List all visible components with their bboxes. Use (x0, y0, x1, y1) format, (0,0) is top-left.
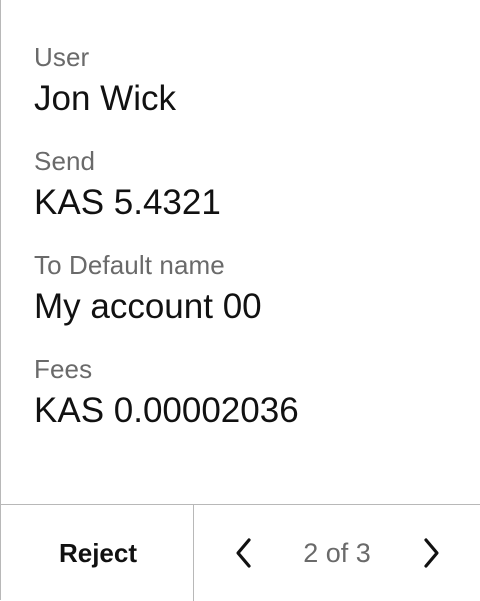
fees-value: KAS 0.00002036 (34, 391, 299, 430)
previous-page-button[interactable] (226, 535, 262, 571)
transaction-review-screen: User Jon Wick Send KAS 5.4321 To Default… (0, 0, 480, 601)
user-label: User (34, 42, 90, 72)
user-field: User Jon Wick (34, 40, 460, 144)
send-field: Send KAS 5.4321 (34, 144, 460, 248)
chevron-right-icon (424, 538, 439, 568)
recipient-value: My account 00 (34, 287, 262, 326)
fees-label: Fees (34, 354, 93, 384)
send-value: KAS 5.4321 (34, 183, 221, 222)
reject-button[interactable]: Reject (1, 505, 194, 601)
fees-field: Fees KAS 0.00002036 (34, 352, 460, 456)
page-navigation: 2 of 3 (194, 505, 480, 601)
action-footer: Reject 2 of 3 (1, 504, 480, 601)
next-page-button[interactable] (413, 535, 449, 571)
user-value: Jon Wick (34, 79, 176, 118)
page-indicator: 2 of 3 (303, 538, 371, 568)
transaction-details: User Jon Wick Send KAS 5.4321 To Default… (34, 40, 460, 456)
chevron-left-icon (236, 538, 251, 568)
recipient-field: To Default name My account 00 (34, 248, 460, 352)
recipient-label: To Default name (34, 250, 225, 280)
send-label: Send (34, 146, 96, 176)
